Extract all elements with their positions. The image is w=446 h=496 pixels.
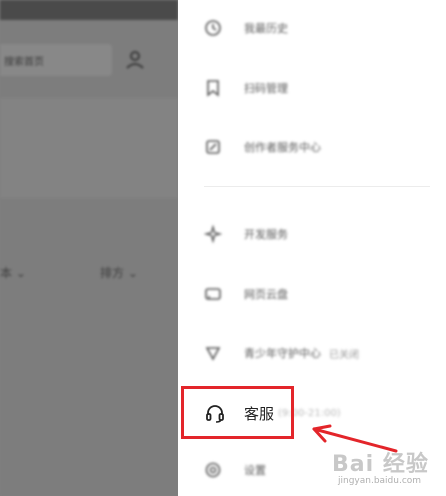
- content-panel: [0, 98, 178, 198]
- clock-icon: [205, 20, 221, 36]
- baidu-watermark: Bai 经验 jingyan.baidu.com: [332, 446, 429, 486]
- background-app-overlay[interactable]: 搜索首页 本 ⌄ 排方 ⌄: [0, 0, 178, 496]
- menu-item-cloud[interactable]: 网页云盘: [204, 281, 288, 307]
- gear-icon: [205, 462, 221, 478]
- menu-item-label: 网页云盘: [244, 288, 288, 301]
- cloud-icon: [205, 288, 221, 300]
- menu-item-dev-service[interactable]: 开发服务: [204, 221, 288, 247]
- menu-item-label: 设置: [244, 464, 266, 477]
- menu-item-label: 创作者服务中心: [244, 141, 321, 154]
- menu-item-label: 我最历史: [244, 22, 288, 35]
- watermark-url: jingyan.baidu.com: [338, 476, 422, 486]
- filter-left[interactable]: 本 ⌄: [0, 264, 26, 281]
- menu-item-label: 开发服务: [244, 228, 288, 241]
- watermark-logo: Bai 经验: [332, 452, 429, 477]
- editor-icon: [206, 140, 220, 154]
- menu-item-bookmarks[interactable]: 扫码管理: [204, 75, 288, 101]
- menu-item-creator-center[interactable]: 创作者服务中心: [204, 134, 321, 160]
- user-icon[interactable]: [124, 48, 146, 70]
- status-bar: [0, 0, 178, 20]
- sparkle-icon: [204, 225, 222, 243]
- highlight-box: [181, 386, 294, 439]
- menu-item-youth-center[interactable]: 青少年守护中心 已关闭: [204, 340, 359, 366]
- menu-item-label: 扫码管理: [244, 82, 288, 95]
- menu-item-history[interactable]: 我最历史: [204, 15, 288, 41]
- menu-divider: [204, 186, 430, 187]
- menu-item-label: 青少年守护中心: [244, 347, 321, 360]
- menu-item-sub: 已关闭: [329, 349, 359, 361]
- filter-right[interactable]: 排方 ⌄: [100, 264, 138, 281]
- bookmark-icon: [207, 80, 219, 97]
- search-text: 搜索首页: [4, 57, 44, 68]
- menu-item-settings[interactable]: 设置: [204, 457, 266, 483]
- shield-icon: [205, 347, 221, 361]
